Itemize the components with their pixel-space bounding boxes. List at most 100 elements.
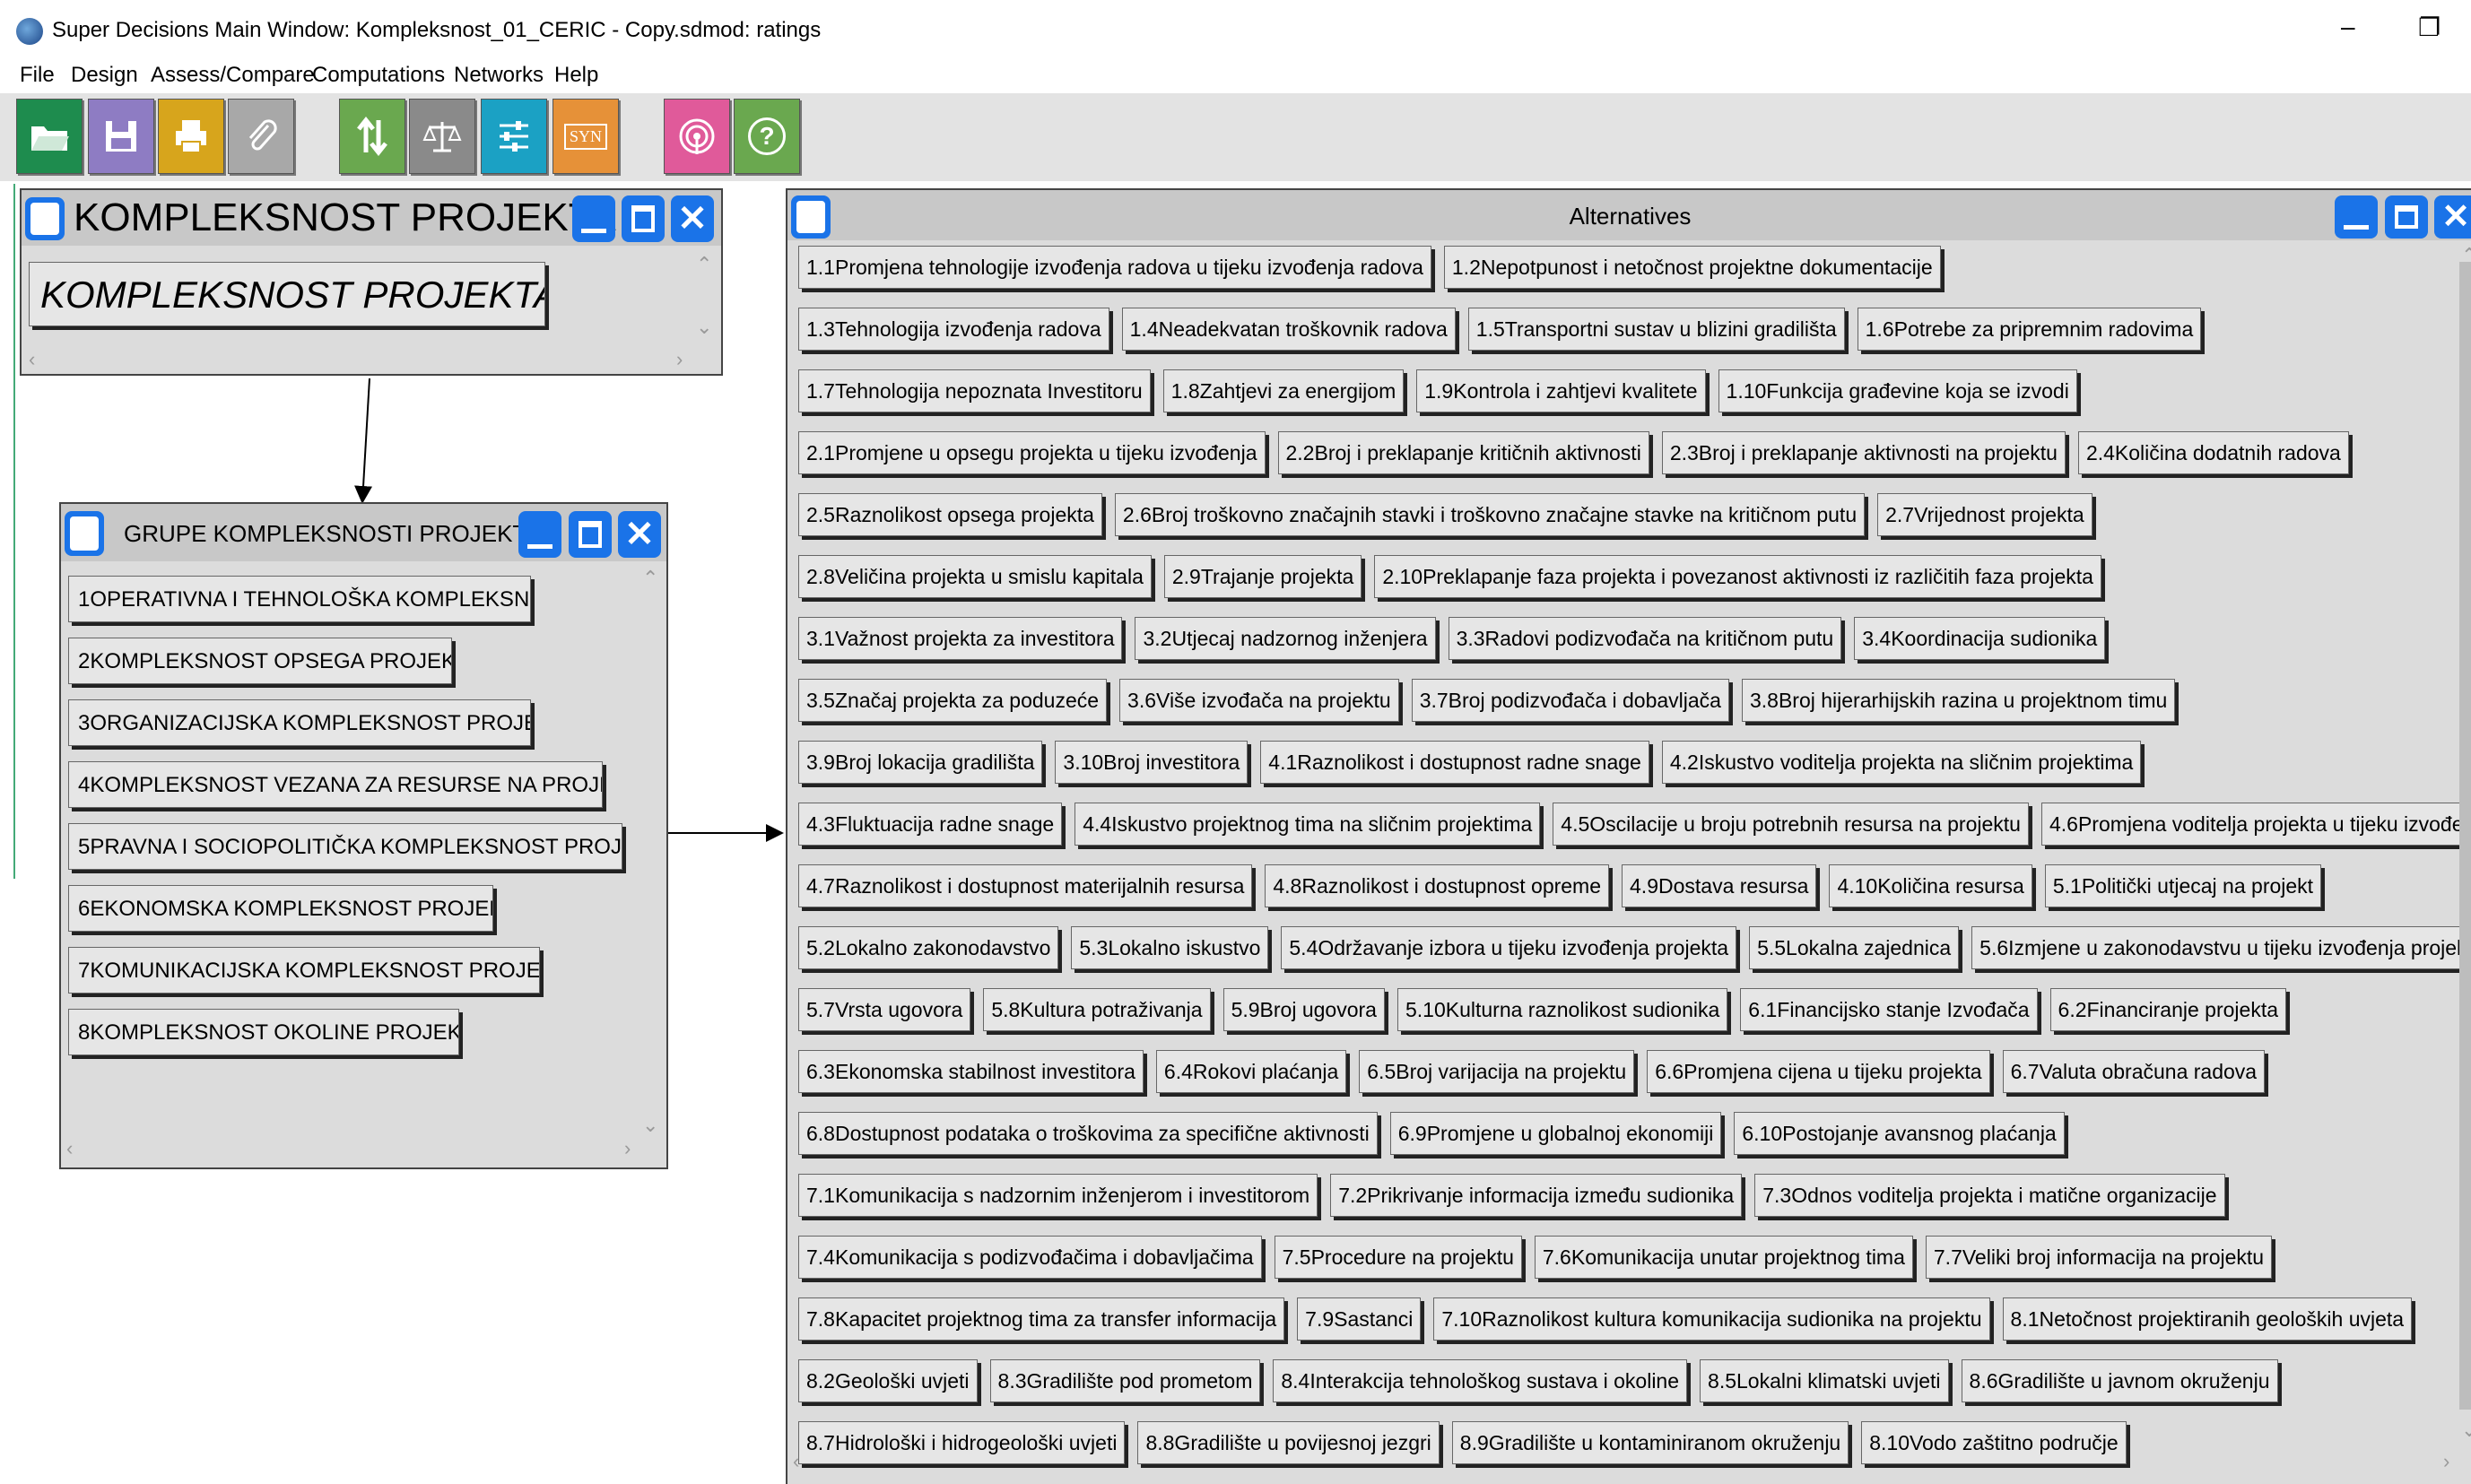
alternative-node[interactable]: 2.5Raznolikost opsega projekta (798, 493, 1102, 536)
scroll-left-arrow[interactable]: ‹ (66, 1137, 73, 1160)
alternative-node[interactable]: 3.6Više izvođača na projektu (1119, 679, 1399, 722)
alternative-node[interactable]: 4.2Iskustvo voditelja projekta na slični… (1661, 741, 2142, 784)
alternative-node[interactable]: 5.7Vrsta ugovora (798, 988, 971, 1031)
alternative-node[interactable]: 6.3Ekonomska stabilnost investitora (798, 1050, 1144, 1093)
scroll-right-arrow[interactable]: › (2443, 1450, 2449, 1473)
alternative-node[interactable]: 8.1Netočnost projektiranih geoloških uvj… (2002, 1297, 2413, 1341)
close-window-button[interactable]: ✕ (2434, 195, 2471, 239)
alternative-node[interactable]: 6.6Promjena cijena u tijeku projekta (1647, 1050, 1990, 1093)
vertical-scrollbar[interactable] (2459, 262, 2471, 1410)
alternative-node[interactable]: 4.5Oscilacije u broju potrebnih resursa … (1553, 803, 2029, 846)
group-node[interactable]: 4KOMPLEKSNOST VEZANA ZA RESURSE NA PROJE… (68, 761, 603, 808)
alternative-node[interactable]: 3.5Značaj projekta za poduzeće (798, 679, 1108, 722)
alternative-node[interactable]: 8.10Vodo zaštitno područje (1861, 1421, 2127, 1464)
alternative-node[interactable]: 7.4Komunikacija s podizvođačima i dobavl… (798, 1236, 1262, 1279)
alternative-node[interactable]: 4.1Raznolikost i dostupnost radne snage (1260, 741, 1649, 784)
alternative-node[interactable]: 1.3Tehnologija izvođenja radova (798, 308, 1109, 351)
scroll-up-arrow[interactable]: ⌃ (2461, 244, 2471, 267)
alternative-node[interactable]: 3.2Utjecaj nadzornog inženjera (1135, 617, 1436, 660)
alternative-node[interactable]: 2.8Veličina projekta u smislu kapitala (798, 555, 1152, 598)
alternative-node[interactable]: 8.6Gradilište u javnom okruženju (1961, 1359, 2278, 1402)
alternative-node[interactable]: 2.6Broj troškovno značajnih stavki i tro… (1114, 493, 1866, 536)
alternative-node[interactable]: 1.6Potrebe za pripremnim radovima (1857, 308, 2202, 351)
alternative-node[interactable]: 8.2Geološki uvjeti (798, 1359, 978, 1402)
alternative-node[interactable]: 8.5Lokalni klimatski uvjeti (1700, 1359, 1949, 1402)
alternative-node[interactable]: 6.7Valuta obračuna radova (2002, 1050, 2266, 1093)
alternative-node[interactable]: 8.3Gradilište pod prometom (989, 1359, 1261, 1402)
alternative-node[interactable]: 5.1Politički utjecaj na projekt (2044, 864, 2322, 907)
alternative-node[interactable]: 3.7Broj podizvođača i dobavljača (1411, 679, 1729, 722)
alternative-node[interactable]: 6.2Financiranje projekta (2049, 988, 2287, 1031)
alternative-node[interactable]: 1.5Transportni sustav u blizini gradiliš… (1467, 308, 1845, 351)
alternative-node[interactable]: 7.5Procedure na projektu (1274, 1236, 1522, 1279)
alternative-node[interactable]: 7.10Raznolikost kultura komunikacija sud… (1433, 1297, 1990, 1341)
scroll-down-arrow[interactable]: ⌄ (642, 1114, 658, 1137)
alternative-node[interactable]: 7.7Veliki broj informacija na projektu (1925, 1236, 2273, 1279)
scroll-left-arrow[interactable]: ‹ (793, 1450, 799, 1473)
window-icon[interactable] (65, 511, 104, 556)
alternative-node[interactable]: 5.5Lokalna zajednica (1749, 926, 1960, 969)
alternative-node[interactable]: 2.4Količina dodatnih radova (2077, 431, 2349, 474)
scroll-down-arrow[interactable]: ⌄ (2461, 1419, 2471, 1442)
alternative-node[interactable]: 1.1Promjena tehnologije izvođenja radova… (798, 246, 1431, 289)
alternative-node[interactable]: 7.1Komunikacija s nadzornim inženjerom i… (798, 1174, 1318, 1217)
alternative-node[interactable]: 2.2Broj i preklapanje kritičnih aktivnos… (1277, 431, 1649, 474)
alternative-node[interactable]: 4.3Fluktuacija radne snage (798, 803, 1063, 846)
group-node[interactable]: 1OPERATIVNA I TEHNOLOŠKA KOMPLEKSNOST (68, 576, 531, 622)
restore-button[interactable]: ❐ (2418, 13, 2441, 42)
alternative-node[interactable]: 2.9Trajanje projekta (1163, 555, 1362, 598)
alternative-node[interactable]: 4.8Raznolikost i dostupnost opreme (1265, 864, 1610, 907)
alternative-node[interactable]: 8.7Hidrološki i hidrogeološki uvjeti (798, 1421, 1126, 1464)
alternative-node[interactable]: 7.3Odnos voditelja projekta i matične or… (1754, 1174, 2225, 1217)
alternative-node[interactable]: 4.6Promjena voditelja projekta u tijeku … (2040, 803, 2471, 846)
alternative-node[interactable]: 5.4Održavanje izbora u tijeku izvođenja … (1281, 926, 1737, 969)
alternative-node[interactable]: 7.6Komunikacija unutar projektnog tima (1534, 1236, 1913, 1279)
alternative-node[interactable]: 8.9Gradilište u kontaminiranom okruženju (1451, 1421, 1849, 1464)
maximize-window-button[interactable] (569, 511, 612, 558)
close-window-button[interactable]: ✕ (618, 511, 661, 558)
alternative-node[interactable]: 2.3Broj i preklapanje aktivnosti na proj… (1661, 431, 2066, 474)
alternative-node[interactable]: 8.4Interakcija tehnološkog sustava i oko… (1273, 1359, 1688, 1402)
alternative-node[interactable]: 3.9Broj lokacija gradilišta (798, 741, 1043, 784)
alternative-node[interactable]: 5.10Kulturna raznolikost sudionika (1396, 988, 1728, 1031)
scroll-up-arrow[interactable]: ⌃ (642, 567, 658, 590)
alternative-node[interactable]: 6.9Promjene u globalnoj ekonomiji (1389, 1112, 1722, 1155)
alternative-node[interactable]: 5.2Lokalno zakonodavstvo (798, 926, 1059, 969)
alternative-node[interactable]: 4.9Dostava resursa (1622, 864, 1817, 907)
minimize-button[interactable]: – (2341, 13, 2355, 41)
alternative-node[interactable]: 7.8Kapacitet projektnog tima za transfer… (798, 1297, 1285, 1341)
alternative-node[interactable]: 6.8Dostupnost podataka o troškovima za s… (798, 1112, 1378, 1155)
group-node[interactable]: 3ORGANIZACIJSKA KOMPLEKSNOST PROJEKTA (68, 699, 531, 746)
alternative-node[interactable]: 6.10Postojanje avansnog plaćanja (1734, 1112, 2065, 1155)
alternative-node[interactable]: 1.10Funkcija građevine koja se izvodi (1718, 369, 2077, 412)
alternative-node[interactable]: 5.9Broj ugovora (1222, 988, 1385, 1031)
alternative-node[interactable]: 3.4Koordinacija sudionika (1854, 617, 2106, 660)
alternative-node[interactable]: 2.1Promjene u opsegu projekta u tijeku i… (798, 431, 1266, 474)
alternative-node[interactable]: 3.1Važnost projekta za investitora (798, 617, 1123, 660)
alternative-node[interactable]: 5.6Izmjene u zakonodavstvu u tijeku izvo… (1971, 926, 2471, 969)
alternative-node[interactable]: 5.8Kultura potraživanja (983, 988, 1211, 1031)
group-node[interactable]: 5PRAVNA I SOCIOPOLITIČKA KOMPLEKSNOST PR… (68, 823, 622, 870)
maximize-window-button[interactable] (2385, 195, 2428, 239)
alternative-node[interactable]: 3.10Broj investitora (1055, 741, 1249, 784)
alternative-node[interactable]: 7.2Prikrivanje informacija između sudion… (1330, 1174, 1743, 1217)
alternative-node[interactable]: 3.8Broj hijerarhijskih razina u projektn… (1741, 679, 2176, 722)
group-node[interactable]: 7KOMUNIKACIJSKA KOMPLEKSNOST PROJEKTA (68, 947, 540, 994)
alternative-node[interactable]: 2.7Vrijednost projekta (1877, 493, 2093, 536)
alternative-node[interactable]: 1.2Nepotpunost i netočnost projektne dok… (1443, 246, 1941, 289)
alternative-node[interactable]: 2.10Preklapanje faza projekta i povezano… (1374, 555, 2101, 598)
minimize-window-button[interactable] (518, 511, 561, 558)
alternative-node[interactable]: 8.8Gradilište u povijesnoj jezgri (1137, 1421, 1440, 1464)
alternative-node[interactable]: 6.4Rokovi plaćanja (1155, 1050, 1347, 1093)
alternative-node[interactable]: 7.9Sastanci (1297, 1297, 1422, 1341)
alternative-node[interactable]: 6.5Broj varijacija na projektu (1359, 1050, 1635, 1093)
alternative-node[interactable]: 4.4Iskustvo projektnog tima na sličnim p… (1075, 803, 1541, 846)
group-node[interactable]: 8KOMPLEKSNOST OKOLINE PROJEKTA (68, 1009, 459, 1055)
alternative-node[interactable]: 3.3Radovi podizvođača na kritičnom putu (1448, 617, 1842, 660)
alternative-node[interactable]: 4.7Raznolikost i dostupnost materijalnih… (798, 864, 1253, 907)
alternative-node[interactable]: 1.7Tehnologija nepoznata Investitoru (798, 369, 1151, 412)
alternative-node[interactable]: 4.10Količina resursa (1829, 864, 2032, 907)
alternative-node[interactable]: 1.4Neadekvatan troškovnik radova (1121, 308, 1456, 351)
alternative-node[interactable]: 5.3Lokalno iskustvo (1071, 926, 1269, 969)
scroll-right-arrow[interactable]: › (624, 1137, 631, 1160)
